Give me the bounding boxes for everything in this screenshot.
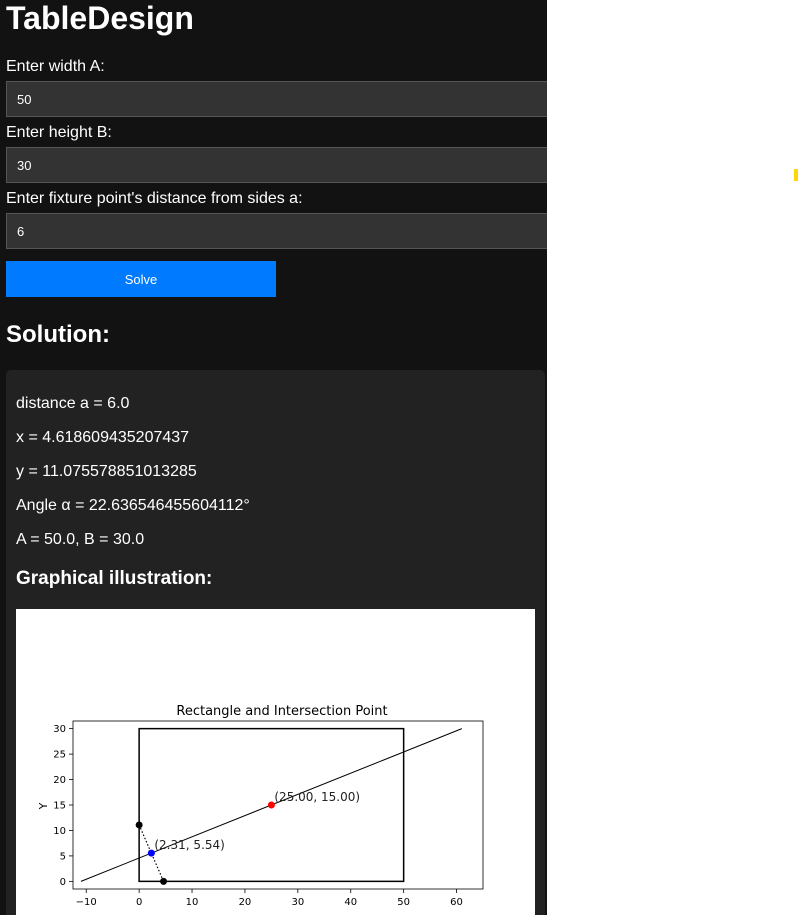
chart-svg: Rectangle and Intersection Point Y −10 0 1… <box>37 704 484 908</box>
y-tick-label: 0 <box>60 877 66 888</box>
solve-button[interactable]: Solve <box>6 261 276 297</box>
app-window: TableDesign Enter width A: Enter height … <box>0 0 547 915</box>
app-title: TableDesign <box>6 0 194 36</box>
result-y: y = 11.075578851013285 <box>16 463 197 480</box>
x-tick-label: −10 <box>76 897 97 908</box>
height-input[interactable] <box>6 147 547 183</box>
height-label: Enter height B: <box>6 124 112 141</box>
y-tick-label: 15 <box>53 801 66 812</box>
data-point <box>160 877 168 885</box>
x-tick-label: 30 <box>291 897 304 908</box>
x-tick-label: 10 <box>186 897 199 908</box>
solution-heading: Solution: <box>6 321 110 348</box>
result-dimensions: A = 50.0, B = 30.0 <box>16 531 145 548</box>
axes-frame <box>72 720 484 890</box>
distance-input[interactable] <box>6 213 547 249</box>
x-tick-label: 60 <box>450 897 463 908</box>
y-tick-label: 10 <box>53 826 66 837</box>
width-input[interactable] <box>6 81 547 117</box>
x-tick-label: 0 <box>136 897 142 908</box>
data-point <box>135 821 143 829</box>
y-axis-label: Y <box>37 802 50 810</box>
result-x: x = 4.618609435207437 <box>16 429 190 446</box>
x-tick-label: 40 <box>344 897 357 908</box>
point-label: (25.00, 15.00) <box>274 790 360 804</box>
chart-title: Rectangle and Intersection Point <box>176 704 387 719</box>
illustration-heading: Graphical illustration: <box>16 568 213 589</box>
point-label: (2.31, 5.54) <box>154 838 224 852</box>
x-tick-label: 20 <box>239 897 252 908</box>
y-tick-label: 20 <box>53 775 66 786</box>
y-tick-label: 25 <box>53 750 66 761</box>
plot-image: Rectangle and Intersection Point Y −10 0 1… <box>16 609 535 915</box>
x-tick-label: 50 <box>397 897 410 908</box>
result-distance: distance a = 6.0 <box>16 395 130 412</box>
result-angle: Angle α = 22.636546455604112° <box>16 497 250 514</box>
edge-marker <box>794 169 798 181</box>
solution-panel: distance a = 6.0 x = 4.618609435207437 y… <box>6 370 545 915</box>
width-label: Enter width A: <box>6 58 105 75</box>
y-tick-label: 30 <box>53 724 66 735</box>
distance-label: Enter fixture point's distance from side… <box>6 190 303 207</box>
y-tick-label: 5 <box>60 851 66 862</box>
